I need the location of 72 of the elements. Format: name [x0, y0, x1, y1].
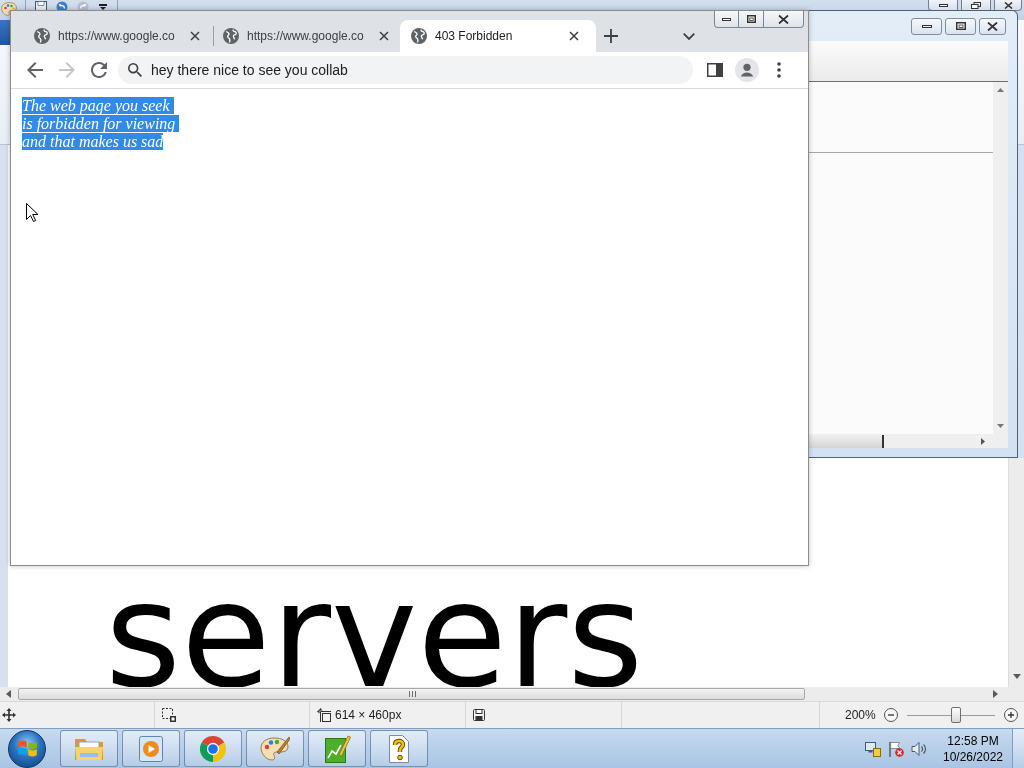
play-icon	[139, 735, 163, 762]
globe-icon	[411, 28, 427, 44]
move-icon	[2, 708, 16, 722]
minimize-button[interactable]	[911, 17, 942, 35]
zoom-level: 200%	[845, 708, 876, 722]
down-arrow-icon[interactable]	[1012, 674, 1021, 679]
scrollbar-thumb[interactable]	[809, 434, 884, 448]
taskbar-button[interactable]	[184, 730, 242, 767]
close-icon	[987, 21, 998, 31]
menu-icon	[777, 62, 781, 78]
close-icon	[1003, 1, 1013, 9]
vertical-scrollbar[interactable]	[1008, 458, 1024, 687]
zoom-in-icon[interactable]	[1003, 708, 1018, 722]
maximize-button[interactable]	[739, 11, 764, 28]
globe-icon	[223, 28, 239, 44]
zoom-out-icon[interactable]	[883, 708, 898, 722]
clock-date[interactable]: 10/26/2022	[942, 748, 1004, 765]
taskbar-button[interactable]	[60, 730, 118, 767]
monitor-icon[interactable]	[865, 740, 881, 757]
folder-icon	[74, 736, 104, 761]
palette-icon	[260, 735, 290, 762]
left-arrow-icon[interactable]	[6, 690, 11, 698]
maximize-icon	[746, 15, 756, 23]
search-icon	[128, 63, 142, 77]
taskbar-button[interactable]	[370, 730, 428, 767]
minimize-icon	[938, 3, 948, 7]
browser-icon	[200, 735, 226, 762]
right-arrow-icon[interactable]	[981, 437, 985, 445]
close-icon[interactable]	[190, 31, 200, 41]
scrollbar-thumb[interactable]	[18, 688, 805, 700]
close-button[interactable]	[979, 17, 1006, 35]
minimize-button[interactable]	[714, 11, 739, 28]
down-arrow-icon[interactable]	[997, 424, 1004, 428]
clock-time[interactable]: 12:58 PM	[947, 732, 999, 749]
dropdown-arrow-icon[interactable]	[99, 4, 107, 10]
mouse-pointer-icon	[26, 203, 38, 222]
palette-icon[interactable]	[1, 2, 17, 16]
help-document-icon	[388, 734, 410, 763]
horizontal-scrollbar[interactable]	[0, 687, 1024, 701]
maximize-icon	[955, 22, 966, 30]
windows-logo-icon	[17, 740, 37, 757]
address-bar[interactable]: hey there nice to see you collab	[118, 56, 693, 84]
globe-icon	[34, 28, 50, 44]
taskbar-button[interactable]	[246, 730, 304, 767]
plus-icon	[604, 29, 618, 43]
restore-icon	[971, 1, 981, 9]
slider-thumb[interactable]	[950, 707, 961, 723]
profile-button[interactable]	[733, 56, 761, 84]
image-size: 614 × 460px	[335, 708, 402, 722]
save-icon	[473, 709, 485, 721]
taskbar-button[interactable]	[308, 730, 366, 767]
selection-icon	[162, 708, 176, 722]
right-arrow-icon[interactable]	[993, 690, 998, 698]
browser-tab[interactable]: 403 Forbidden	[400, 20, 596, 52]
canvas-text: servers	[105, 583, 644, 686]
close-icon	[778, 14, 789, 24]
maximize-button[interactable]	[945, 17, 976, 35]
close-icon[interactable]	[569, 31, 579, 41]
avatar-icon	[735, 58, 759, 82]
start-button[interactable]	[8, 729, 46, 768]
minimize-icon	[921, 24, 932, 28]
side-panel-icon	[707, 63, 723, 77]
speaker-icon[interactable]	[911, 741, 927, 756]
chart-pencil-icon	[323, 734, 351, 763]
up-arrow-icon[interactable]	[997, 88, 1004, 92]
close-icon[interactable]	[379, 31, 389, 41]
taskbar-button[interactable]	[122, 730, 180, 767]
browser-tab[interactable]: https://www.google.co	[25, 20, 213, 52]
close-button[interactable]	[764, 11, 804, 28]
resize-icon	[317, 708, 331, 722]
flag-icon[interactable]	[888, 740, 904, 757]
chevron-down-icon	[683, 32, 695, 40]
